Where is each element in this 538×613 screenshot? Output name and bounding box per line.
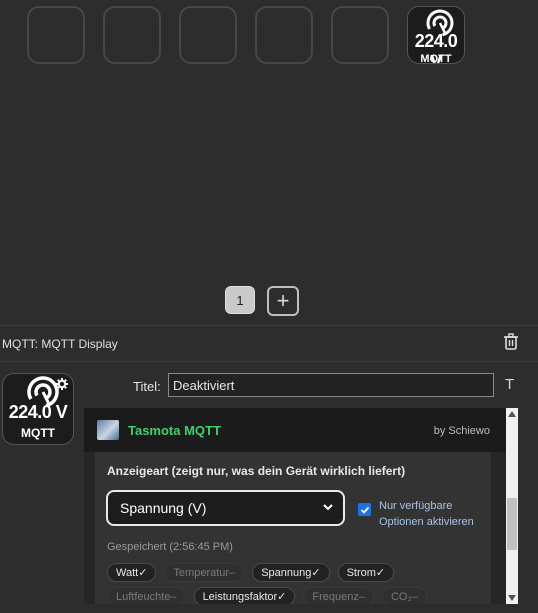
chip-temperature: Temperatur– <box>164 563 245 582</box>
key-grid: 224.0 V MQTT <box>27 6 465 64</box>
chip-row: Luftfeuchte– Leistungsfaktor✓ Frequenz– … <box>107 587 487 604</box>
text-format-icon[interactable]: T <box>505 376 514 393</box>
check-icon <box>360 506 369 514</box>
plugin-name: Tasmota MQTT <box>128 423 221 438</box>
chip-power-factor: Leistungsfaktor✓ <box>193 587 296 604</box>
settings-card: Anzeigeart (zeigt nur, was dein Gerät wi… <box>95 452 491 604</box>
scrollbar[interactable] <box>506 408 518 604</box>
chip-row: Watt✓ Temperatur– Spannung✓ Strom✓ <box>107 563 487 582</box>
key-slot-4[interactable] <box>255 6 313 64</box>
page-controls: 1 + <box>225 286 299 316</box>
gear-icon[interactable] <box>56 378 68 390</box>
checkbox-label-line1: Nur verfügbare <box>379 500 453 512</box>
chip-current: Strom✓ <box>337 563 395 582</box>
key-slot-5[interactable] <box>331 6 389 64</box>
divider <box>0 325 538 326</box>
chip-voltage: Spannung✓ <box>252 563 330 582</box>
plugin-logo-icon <box>97 420 119 440</box>
display-type-heading: Anzeigeart (zeigt nur, was dein Gerät wi… <box>107 464 406 478</box>
plugin-header: Tasmota MQTT by Schiewo <box>84 408 518 452</box>
key-slot-1[interactable] <box>27 6 85 64</box>
chip-humidity: Luftfeuchte– <box>107 587 186 604</box>
saved-status: Gespeichert (2:56:45 PM) <box>107 541 233 553</box>
checkbox-label-line2: Optionen aktivieren <box>379 516 474 528</box>
title-label: Titel: <box>133 379 161 394</box>
chevron-down-icon <box>323 504 333 511</box>
select-value: Spannung (V) <box>120 500 207 516</box>
title-input[interactable] <box>168 373 494 397</box>
available-only-label: Nur verfügbare Optionen aktivieren <box>379 498 474 530</box>
display-type-select[interactable]: Spannung (V) <box>106 490 345 526</box>
plugin-author: by Schiewo <box>433 425 490 437</box>
page-button-1[interactable]: 1 <box>225 286 255 314</box>
divider <box>0 361 538 362</box>
action-name: MQTT Display <box>41 337 118 351</box>
key-slot-3[interactable] <box>179 6 237 64</box>
key-slot-mqtt[interactable]: 224.0 V MQTT <box>407 6 465 64</box>
trash-icon[interactable] <box>503 333 519 351</box>
scroll-up-icon[interactable] <box>508 411 516 417</box>
capability-chips: Watt✓ Temperatur– Spannung✓ Strom✓ Luftf… <box>107 563 487 604</box>
key-slot-2[interactable] <box>103 6 161 64</box>
chip-watt: Watt✓ <box>107 563 157 582</box>
action-title: MQTT: MQTT Display <box>2 337 118 351</box>
action-preview[interactable]: 224.0 V MQTT <box>2 373 74 445</box>
scrollbar-thumb[interactable] <box>507 498 517 550</box>
preview-label-text: MQTT <box>21 426 55 440</box>
action-prefix: MQTT: <box>2 337 38 351</box>
preview-value-text: 224.0 V <box>8 402 68 422</box>
key-label-text: MQTT <box>420 53 452 64</box>
available-only-checkbox[interactable] <box>358 503 371 516</box>
add-page-button[interactable]: + <box>267 286 299 316</box>
chip-co2: CO₂– <box>381 587 427 604</box>
chip-frequency: Frequenz– <box>303 587 374 604</box>
scroll-down-icon[interactable] <box>508 595 516 601</box>
plugin-panel: Tasmota MQTT by Schiewo Anzeigeart (zeig… <box>84 408 518 604</box>
